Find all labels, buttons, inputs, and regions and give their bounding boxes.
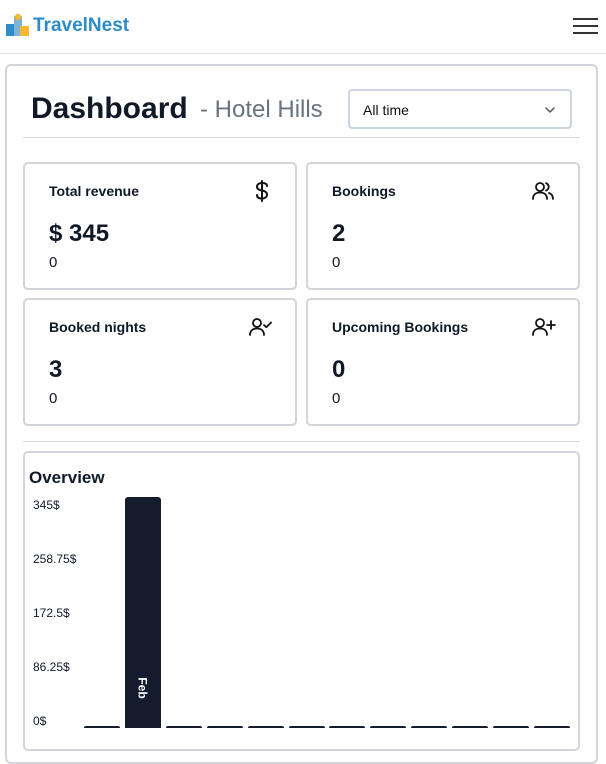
stat-value: 2 (332, 220, 346, 247)
stat-title: Bookings (332, 183, 396, 199)
section-divider (23, 441, 580, 442)
header-divider (23, 137, 580, 138)
stat-card-booked-nights: Booked nights 3 0 (23, 298, 297, 426)
user-check-icon (249, 318, 272, 336)
hamburger-icon-line (573, 32, 598, 34)
chart-bar-dec[interactable] (533, 726, 570, 728)
chart-bar-sep[interactable] (411, 726, 448, 728)
menu-button[interactable] (573, 18, 598, 35)
chart-bar-apr[interactable] (206, 726, 243, 728)
user-plus-icon (532, 318, 556, 336)
dollar-icon (255, 180, 269, 202)
stat-card-bookings: Bookings 2 0 (306, 162, 580, 290)
bar-label: Feb (135, 677, 150, 699)
stat-subvalue: 0 (49, 390, 58, 407)
stat-title: Booked nights (49, 319, 147, 335)
stat-value: 3 (49, 356, 63, 383)
time-range-select[interactable]: All time (348, 89, 572, 129)
y-tick-label: 258.75$ (33, 552, 77, 566)
overview-chart-card (23, 451, 580, 751)
y-tick-label: 345$ (33, 498, 60, 512)
stat-subvalue: 0 (332, 390, 341, 407)
stat-title: Upcoming Bookings (332, 319, 469, 335)
stat-value: $ 345 (49, 220, 110, 247)
stat-subvalue: 0 (332, 254, 341, 271)
y-tick-label: 172.5$ (33, 606, 70, 620)
stat-card-upcoming-bookings: Upcoming Bookings 0 0 (306, 298, 580, 426)
logo-icon (6, 13, 29, 36)
hamburger-icon-line (573, 25, 598, 27)
stat-subvalue: 0 (49, 254, 58, 271)
chart-bar-aug[interactable] (370, 726, 407, 728)
chart-bar-nov[interactable] (493, 726, 529, 728)
chart-bar-jul[interactable] (329, 726, 366, 728)
chart-title: Overview (29, 468, 105, 487)
stat-title: Total revenue (49, 183, 139, 199)
hamburger-icon (573, 18, 598, 20)
y-tick-label: 0$ (33, 714, 47, 728)
top-navbar: TravelNest (0, 0, 606, 54)
users-icon (532, 182, 554, 200)
stat-value: 0 (332, 356, 346, 383)
time-range-value: All time (363, 102, 409, 118)
y-tick-label: 86.25$ (33, 660, 70, 674)
chart-bar-jun[interactable] (288, 726, 325, 728)
brand-name[interactable]: TravelNest (33, 15, 129, 37)
stat-card-total-revenue: Total revenue $ 345 0 (23, 162, 297, 290)
page-title: Dashboard (31, 92, 188, 125)
brand-logo[interactable] (5, 12, 31, 38)
chart-bar-may[interactable] (247, 726, 284, 728)
chart-bar-mar[interactable] (165, 726, 202, 728)
chart-bar-oct[interactable] (452, 726, 489, 728)
page-subtitle: - Hotel Hills (200, 96, 323, 123)
chevron-down-icon (545, 107, 555, 113)
chart-bar-jan[interactable] (84, 726, 120, 728)
